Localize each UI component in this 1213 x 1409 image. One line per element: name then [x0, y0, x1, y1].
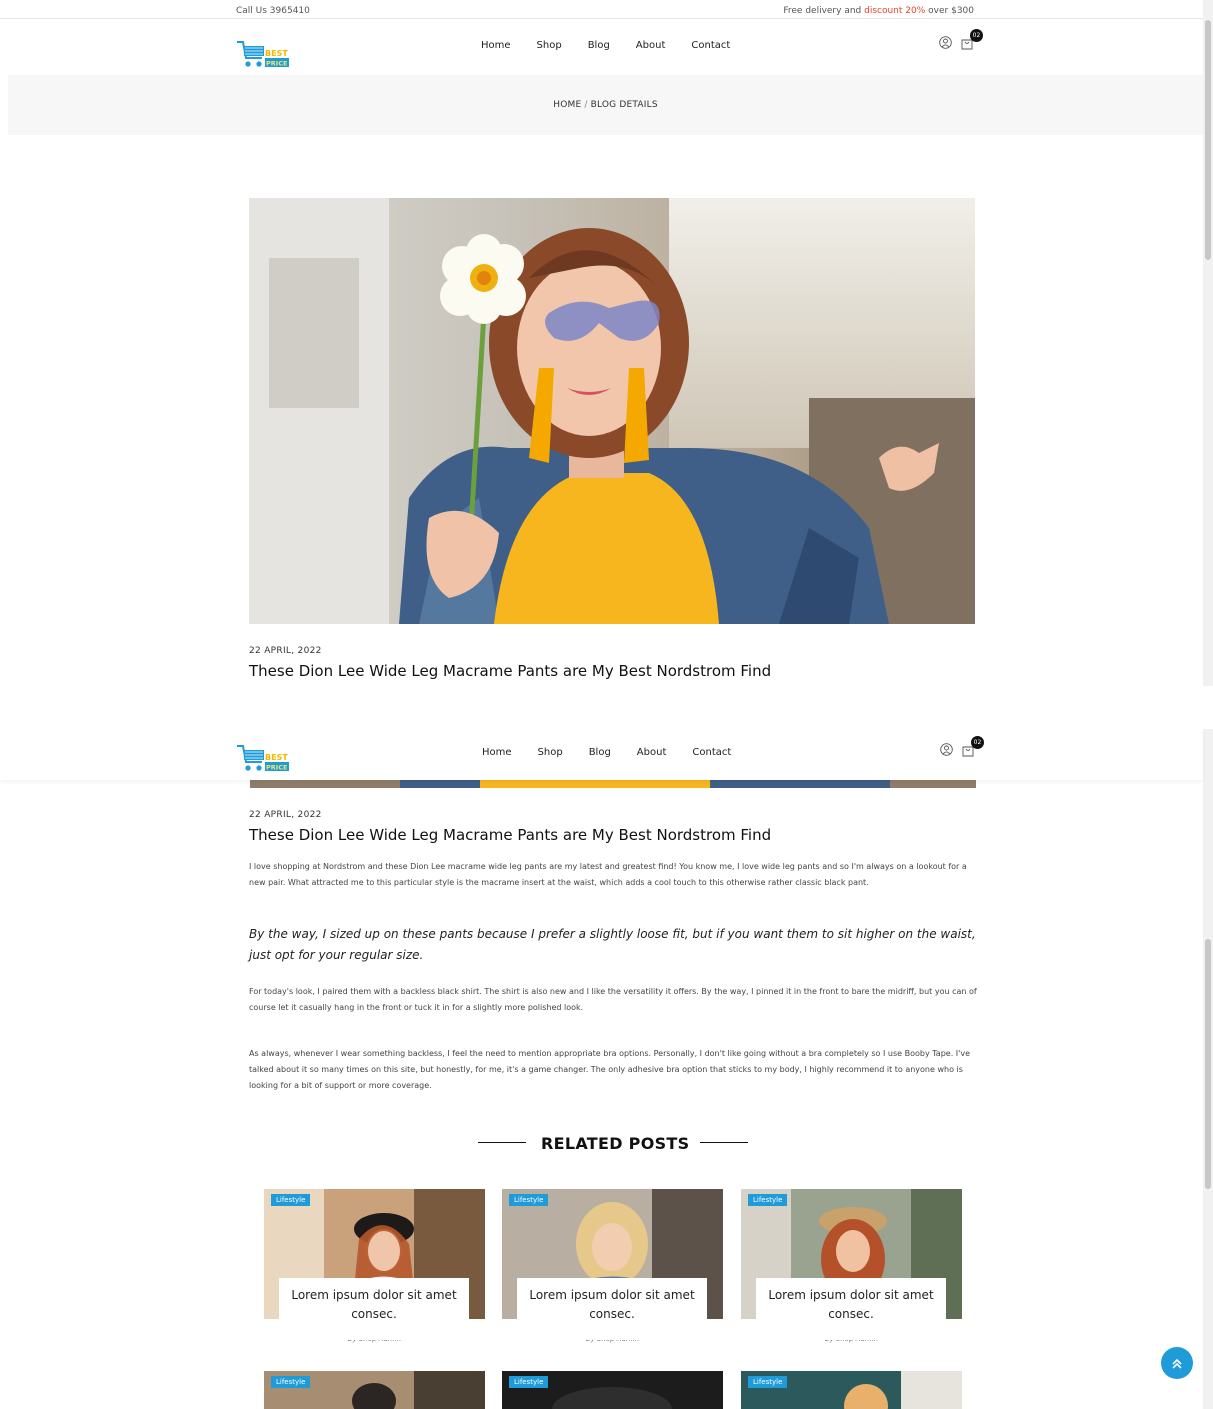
- heading-rule-left: [478, 1142, 526, 1143]
- nav-home[interactable]: Home: [482, 747, 512, 758]
- scrollbar-thumb[interactable]: [1205, 939, 1211, 1189]
- nav-about[interactable]: About: [637, 747, 667, 758]
- header-icons: 02: [939, 29, 983, 50]
- top-bar: Call Us 3965410 Free delivery and discou…: [0, 0, 1203, 19]
- post-date: 22 APRIL, 2022: [249, 646, 322, 656]
- user-icon[interactable]: [939, 35, 952, 49]
- post-title: These Dion Lee Wide Leg Macrame Pants ar…: [249, 662, 772, 680]
- category-tag[interactable]: Lifestyle: [748, 1194, 788, 1206]
- nav-shop[interactable]: Shop: [537, 40, 562, 51]
- post-paragraph-1: I love shopping at Nordstrom and these D…: [249, 862, 967, 887]
- hero-image-edge: [250, 780, 976, 788]
- site-header: BEST PRICE Home Shop Blog About Contact …: [0, 19, 1203, 75]
- category-tag[interactable]: Lifestyle: [509, 1376, 549, 1388]
- logo-text-best: BEST: [265, 49, 288, 58]
- category-tag[interactable]: Lifestyle: [509, 1194, 549, 1206]
- cart-button[interactable]: 02: [960, 29, 983, 50]
- header-icons: 02: [940, 736, 984, 757]
- related-post-info: Lorem ipsum dolor sit amet consec.: [279, 1278, 469, 1340]
- nav-contact[interactable]: Contact: [691, 40, 730, 51]
- breadcrumb-separator: /: [584, 100, 588, 110]
- breadcrumb-home[interactable]: HOME: [553, 100, 581, 110]
- breadcrumb: HOME / BLOG DETAILS: [8, 75, 1203, 135]
- nav-about[interactable]: About: [636, 40, 666, 51]
- phone-number: Call Us 3965410: [236, 6, 310, 16]
- post-paragraph-2: For today's look, I paired them with a b…: [249, 987, 977, 1012]
- post-paragraph-3: As always, whenever I wear something bac…: [249, 1049, 970, 1090]
- logo[interactable]: BEST PRICE: [236, 39, 292, 71]
- cart-count-badge: 02: [970, 29, 983, 42]
- category-tag[interactable]: Lifestyle: [271, 1376, 311, 1388]
- post-date: 22 APRIL, 2022: [249, 810, 322, 820]
- sticky-header: BEST PRICE Home Shop Blog About Contact …: [0, 729, 1203, 780]
- main-nav: Home Shop Blog About Contact: [482, 747, 731, 758]
- viewport-top: Call Us 3965410 Free delivery and discou…: [0, 0, 1213, 686]
- nav-blog[interactable]: Blog: [588, 40, 610, 51]
- cart-button[interactable]: 02: [961, 736, 984, 757]
- related-post-info: Lorem ipsum dolor sit amet consec.: [756, 1278, 946, 1340]
- category-tag[interactable]: Lifestyle: [271, 1194, 311, 1206]
- breadcrumb-current: BLOG DETAILS: [590, 100, 658, 110]
- nav-shop[interactable]: Shop: [538, 747, 563, 758]
- post-title: These Dion Lee Wide Leg Macrame Pants ar…: [249, 826, 772, 844]
- user-icon[interactable]: [940, 742, 953, 756]
- blog-hero-image: [249, 198, 975, 624]
- related-post-title[interactable]: Lorem ipsum dolor sit amet consec.: [517, 1278, 707, 1324]
- related-posts-title: RELATED POSTS: [541, 1134, 690, 1153]
- nav-blog[interactable]: Blog: [589, 747, 611, 758]
- related-post-title[interactable]: Lorem ipsum dolor sit amet consec.: [756, 1278, 946, 1324]
- scrollbar-thumb[interactable]: [1205, 20, 1211, 260]
- related-post-info: Lorem ipsum dolor sit amet consec.: [517, 1278, 707, 1340]
- nav-home[interactable]: Home: [481, 40, 511, 51]
- cart-count-badge: 02: [971, 736, 984, 749]
- logo[interactable]: BEST PRICE: [236, 743, 292, 775]
- main-nav: Home Shop Blog About Contact: [481, 40, 730, 51]
- heading-rule-right: [700, 1142, 748, 1143]
- category-tag[interactable]: Lifestyle: [748, 1376, 788, 1388]
- related-post-title[interactable]: Lorem ipsum dolor sit amet consec.: [279, 1278, 469, 1324]
- nav-contact[interactable]: Contact: [692, 747, 731, 758]
- promo-prefix: Free delivery and: [783, 6, 865, 16]
- back-to-top-button[interactable]: [1161, 1347, 1193, 1379]
- promo-discount: discount 20%: [864, 6, 926, 16]
- viewport-scrolled: BEST PRICE Home Shop Blog About Contact …: [0, 729, 1213, 1409]
- logo-text-best: BEST: [265, 753, 288, 762]
- double-chevron-up-icon: [1172, 1358, 1182, 1369]
- logo-text-price: PRICE: [266, 764, 287, 772]
- promo-text: Free delivery and discount 20% over $300: [783, 6, 974, 16]
- promo-suffix: over $300: [925, 6, 974, 16]
- related-posts-heading: RELATED POSTS: [478, 1131, 750, 1155]
- logo-text-price: PRICE: [266, 60, 287, 68]
- post-quote: By the way, I sized up on these pants be…: [249, 927, 976, 962]
